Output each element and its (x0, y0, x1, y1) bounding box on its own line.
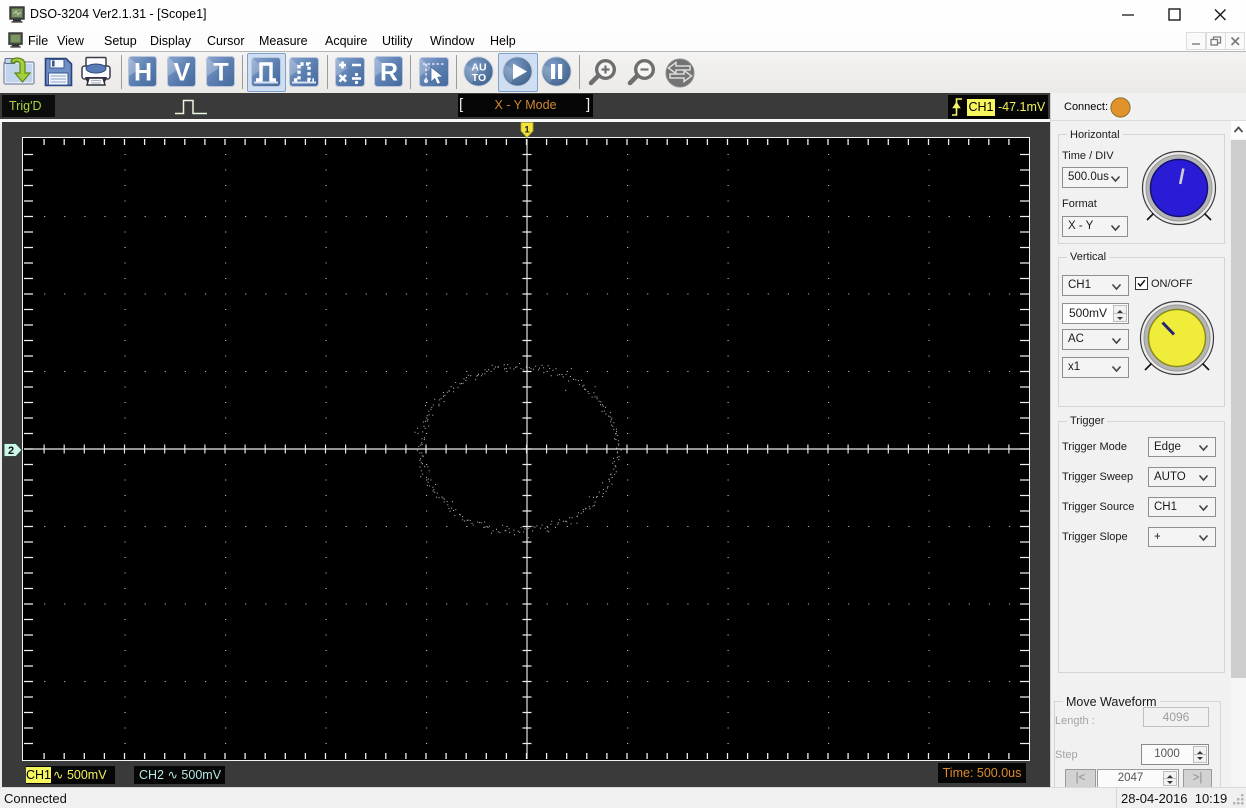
svg-text:R: R (379, 59, 397, 87)
svg-text:1: 1 (524, 125, 530, 136)
svg-text:2: 2 (8, 445, 14, 457)
svg-text:TO: TO (472, 72, 486, 84)
svg-text:H: H (134, 59, 152, 87)
svg-text:T: T (213, 59, 228, 87)
svg-text:V: V (174, 59, 191, 87)
